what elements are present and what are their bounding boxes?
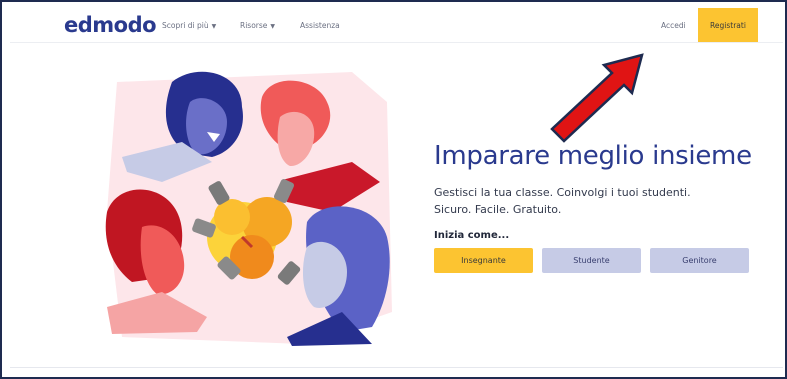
edmodo-logo[interactable]: edmodo <box>64 13 157 37</box>
top-navbar: edmodo Scopri di più ▼ Risorse ▼ Assistenz… <box>10 8 783 43</box>
section-divider <box>10 367 783 368</box>
nav-discover-menu[interactable]: Scopri di più ▼ <box>162 21 216 30</box>
nav-help-link[interactable]: Assistenza <box>300 21 340 30</box>
teacher-button[interactable]: Insegnante <box>434 248 533 273</box>
hero-illustration <box>105 71 392 346</box>
start-as-label: Inizia come... <box>434 230 510 241</box>
browser-frame: edmodo Scopri di più ▼ Risorse ▼ Assistenz… <box>0 0 787 379</box>
red-arrow-annotation-icon <box>550 53 644 143</box>
nav-resources-label: Risorse <box>240 21 268 30</box>
nav-discover-label: Scopri di più <box>162 21 209 30</box>
signup-button[interactable]: Registrati <box>698 8 758 42</box>
chevron-down-icon: ▼ <box>270 23 276 30</box>
nav-resources-menu[interactable]: Risorse ▼ <box>240 21 275 30</box>
tagline: Gestisci la tua classe. Coinvolgi i tuoi… <box>434 184 691 218</box>
parent-button[interactable]: Genitore <box>650 248 749 273</box>
chevron-down-icon: ▼ <box>211 23 217 30</box>
tagline-line-2: Sicuro. Facile. Gratuito. <box>434 203 562 216</box>
login-link[interactable]: Accedi <box>661 21 686 30</box>
tagline-line-1: Gestisci la tua classe. Coinvolgi i tuoi… <box>434 186 691 199</box>
student-button[interactable]: Studente <box>542 248 641 273</box>
